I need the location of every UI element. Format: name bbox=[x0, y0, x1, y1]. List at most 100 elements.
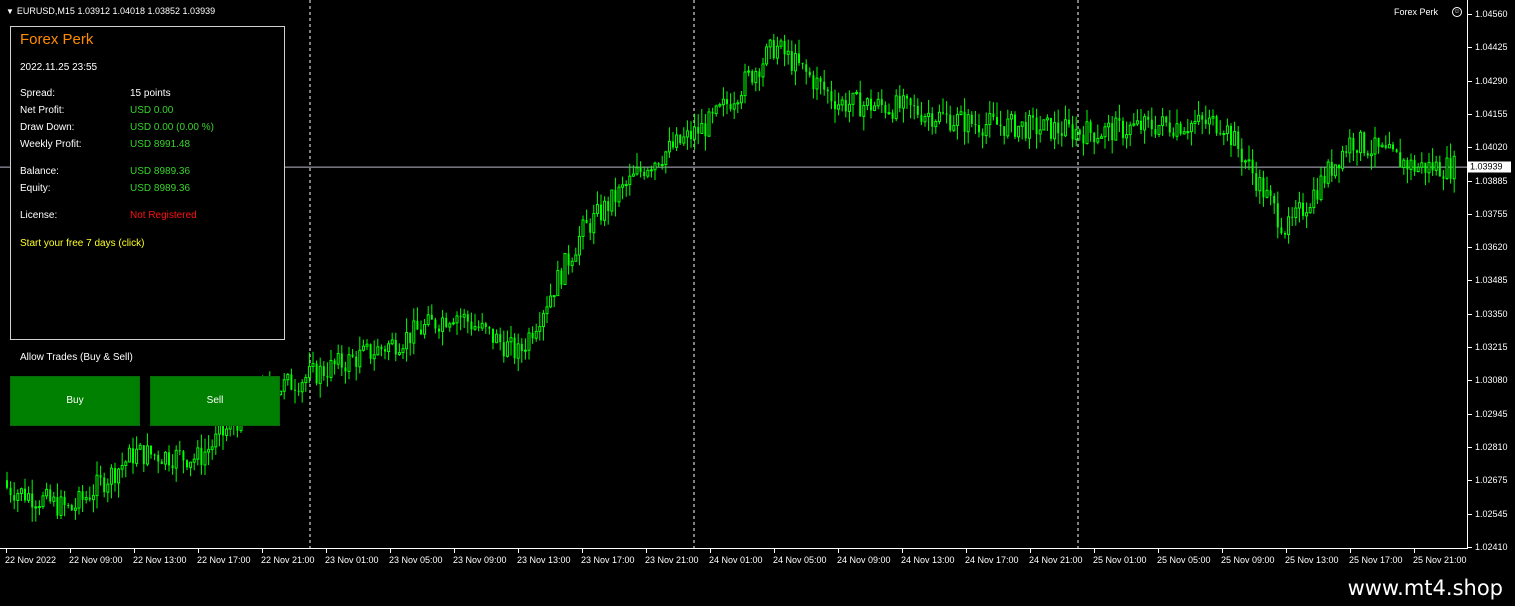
candle-body bbox=[322, 366, 325, 376]
candle-body bbox=[786, 50, 790, 55]
price-tick-label: 1.03620 bbox=[1475, 242, 1508, 253]
candle-body bbox=[1193, 120, 1197, 124]
candle-body bbox=[135, 448, 139, 464]
candle-body bbox=[1449, 158, 1452, 179]
buy-button[interactable]: Buy bbox=[10, 376, 140, 426]
candle-body bbox=[1233, 131, 1237, 146]
price-tick-label: 1.03350 bbox=[1475, 308, 1508, 319]
time-tick bbox=[1094, 549, 1095, 553]
candle-body bbox=[1093, 132, 1096, 143]
candle-body bbox=[808, 71, 811, 76]
price-axis[interactable]: 1.04560 1.04425 1.04290 1.04155 1.04020 1.038… bbox=[1467, 0, 1515, 552]
candle-body bbox=[420, 329, 422, 335]
time-tick-label: 25 Nov 13:00 bbox=[1285, 555, 1339, 565]
price-tick bbox=[1468, 380, 1472, 382]
candle-body bbox=[19, 488, 23, 495]
price-tick-label: 1.04560 bbox=[1475, 9, 1508, 19]
candle-body bbox=[1359, 131, 1363, 154]
time-tick bbox=[262, 549, 263, 553]
candle-body bbox=[451, 322, 455, 325]
candle-body bbox=[1237, 131, 1240, 149]
price-tick bbox=[1468, 280, 1472, 282]
candle-body bbox=[870, 98, 872, 111]
candle-body bbox=[913, 105, 916, 107]
candle-body bbox=[513, 337, 516, 359]
candle-body bbox=[729, 104, 732, 110]
time-tick-label: 25 Nov 09:00 bbox=[1221, 555, 1275, 565]
candle-body bbox=[1416, 166, 1420, 173]
candle-body bbox=[963, 111, 966, 132]
candle-body bbox=[426, 314, 430, 325]
candle-body bbox=[577, 235, 581, 256]
sell-button[interactable]: Sell bbox=[150, 376, 280, 426]
time-tick bbox=[582, 549, 583, 553]
candle-body bbox=[376, 346, 380, 356]
candle-body bbox=[207, 448, 211, 453]
candle-body bbox=[970, 114, 973, 124]
candle-body bbox=[1042, 119, 1046, 131]
candle-body bbox=[1071, 124, 1074, 140]
candle-body bbox=[1060, 133, 1063, 136]
candle-body bbox=[704, 123, 707, 137]
time-tick bbox=[70, 549, 71, 553]
net-profit-value: USD 0.00 bbox=[130, 105, 174, 116]
candle-body bbox=[538, 326, 542, 332]
candle-body bbox=[1377, 137, 1380, 147]
candle-body bbox=[531, 332, 534, 339]
candle-body bbox=[1172, 132, 1175, 137]
triangle-down-icon[interactable]: ▼ bbox=[6, 7, 14, 16]
candle-body bbox=[95, 474, 99, 497]
time-tick-label: 24 Nov 13:00 bbox=[901, 555, 955, 565]
candle-body bbox=[178, 450, 181, 452]
candle-body bbox=[1442, 176, 1445, 179]
candle-body bbox=[340, 353, 343, 368]
candle-body bbox=[732, 103, 736, 110]
candle-body bbox=[672, 141, 674, 148]
candle-body bbox=[1387, 144, 1391, 149]
candle-body bbox=[826, 89, 829, 92]
price-tick bbox=[1468, 180, 1472, 182]
candle-body bbox=[1201, 115, 1204, 120]
candle-body bbox=[718, 104, 722, 107]
time-tick bbox=[518, 549, 519, 553]
smiley-icon[interactable]: ☺ bbox=[1452, 7, 1462, 17]
candle-body bbox=[73, 507, 77, 511]
candle-body bbox=[174, 449, 178, 469]
candle-body bbox=[1207, 117, 1211, 125]
candle-body bbox=[344, 367, 347, 372]
candle-body bbox=[667, 140, 671, 153]
candle-body bbox=[1413, 160, 1416, 172]
candle-body bbox=[909, 98, 912, 106]
candle-body bbox=[682, 136, 686, 144]
candle-body bbox=[1323, 175, 1326, 184]
candle-body bbox=[117, 468, 121, 484]
candle-body bbox=[222, 425, 224, 436]
candle-body bbox=[589, 223, 592, 233]
candle-body bbox=[1068, 119, 1070, 125]
time-tick bbox=[646, 549, 647, 553]
candle-body bbox=[1305, 212, 1309, 217]
time-tick-label: 22 Nov 2022 bbox=[5, 555, 57, 565]
candle-body bbox=[1431, 162, 1434, 171]
time-axis[interactable]: 22 Nov 2022 22 Nov 09:00 22 Nov 13:00 22 No… bbox=[0, 548, 1468, 573]
candle-body bbox=[901, 95, 905, 109]
candle-body bbox=[41, 495, 45, 508]
price-tick-label: 1.03215 bbox=[1475, 342, 1508, 352]
chart-window[interactable]: ▼ EURUSD,M15 1.03912 1.04018 1.03852 1.03… bbox=[0, 0, 1515, 572]
time-tick bbox=[134, 549, 135, 553]
price-tick-label: 1.03080 bbox=[1475, 375, 1508, 386]
price-tick-label: 1.02410 bbox=[1475, 541, 1508, 552]
candle-body bbox=[1050, 117, 1052, 139]
net-profit-label: Net Profit: bbox=[20, 105, 65, 116]
candle-body bbox=[1017, 125, 1021, 138]
free-trial-link[interactable]: Start your free 7 days (click) bbox=[20, 238, 144, 249]
candle-body bbox=[1063, 119, 1067, 137]
candle-body bbox=[1399, 152, 1402, 168]
candle-body bbox=[326, 375, 329, 378]
candle-body bbox=[736, 102, 740, 105]
candle-body bbox=[286, 373, 290, 381]
candle-body bbox=[365, 343, 369, 347]
time-tick-label: 25 Nov 21:00 bbox=[1413, 555, 1467, 565]
candle-body bbox=[59, 496, 63, 516]
candle-body bbox=[837, 104, 841, 110]
